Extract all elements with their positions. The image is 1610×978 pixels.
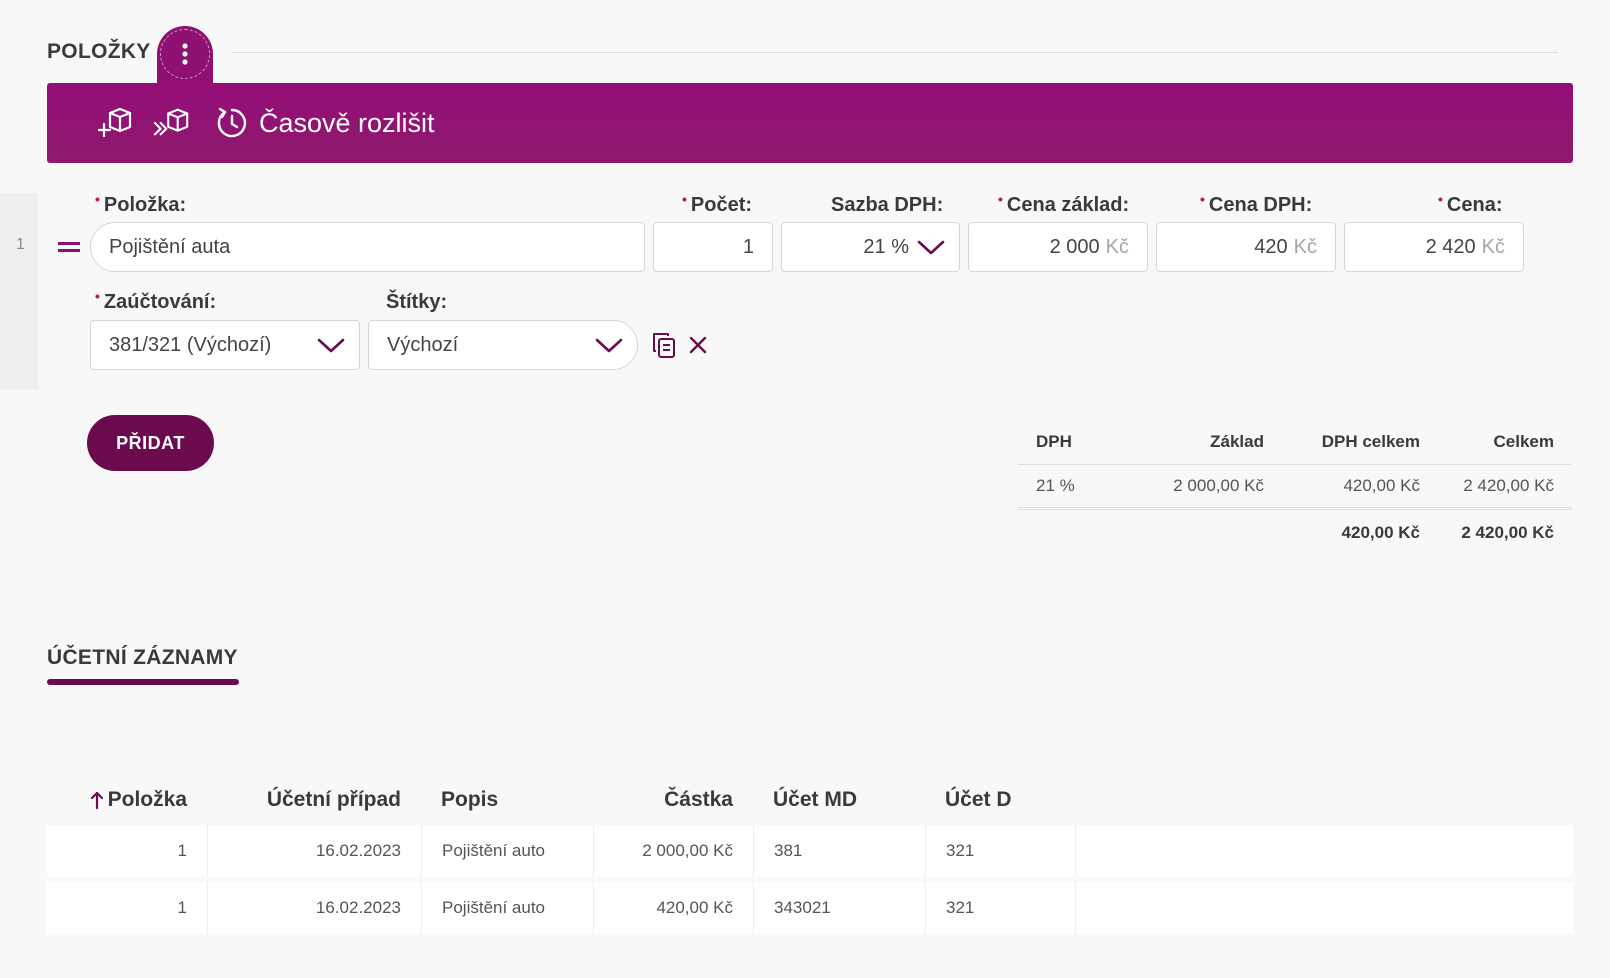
- add-button[interactable]: PŘIDAT: [87, 415, 214, 471]
- more-options-button[interactable]: [160, 29, 210, 79]
- move-item-button[interactable]: [153, 104, 191, 142]
- copy-icon: [653, 333, 675, 358]
- vat-price-value: 420: [1254, 235, 1288, 258]
- active-tab-indicator: [47, 679, 239, 685]
- close-icon: [689, 336, 707, 354]
- column-header-account-md[interactable]: Účet MD: [753, 780, 925, 820]
- vat-header-rate: DPH: [1036, 432, 1072, 451]
- count-label: • Počet:: [682, 191, 753, 216]
- table-row[interactable]: 1 16.02.2023 Pojištění auto 420,00 Kč 34…: [47, 882, 1573, 934]
- vat-summary-table: DPH Základ DPH celkem Celkem 21 % 2 000,…: [1018, 420, 1572, 555]
- vat-rate-value: 21 %: [863, 235, 909, 258]
- vat-cell-vat: 420,00 Kč: [1343, 476, 1420, 495]
- column-header-item[interactable]: Položka: [47, 780, 207, 820]
- currency-suffix: Kč: [1105, 235, 1129, 258]
- accounting-label: • Zaúčtování:: [95, 288, 217, 313]
- column-header-item-label: Položka: [107, 788, 187, 811]
- tags-select[interactable]: Výchozí: [368, 320, 638, 370]
- vat-header-vat-total: DPH celkem: [1321, 432, 1420, 451]
- cell-amount: 2 000,00 Kč: [593, 825, 753, 877]
- tags-label: Štítky:: [386, 291, 448, 313]
- column-header-amount[interactable]: Částka: [593, 780, 753, 820]
- records-table-header: Položka Účetní případ Popis Částka Účet …: [47, 780, 1573, 820]
- kebab-icon: [182, 43, 188, 65]
- chevron-down-icon: [595, 338, 623, 353]
- vat-summary-header: DPH Základ DPH celkem Celkem: [1018, 420, 1572, 465]
- cell-account-d: 321: [925, 825, 1075, 877]
- count-input[interactable]: 1: [653, 222, 773, 272]
- count-value: 1: [742, 235, 754, 258]
- vat-header-base: Základ: [1210, 432, 1264, 451]
- cell-description: Pojištění auto: [421, 825, 593, 877]
- cell-amount: 420,00 Kč: [593, 882, 753, 934]
- column-header-case[interactable]: Účetní případ: [207, 780, 421, 820]
- item-input[interactable]: Pojištění auta: [90, 222, 645, 272]
- sort-ascending-icon: [90, 790, 104, 810]
- cell-item: 1: [177, 841, 187, 860]
- cell-account-md: 381: [753, 825, 925, 877]
- tab-accounting-records[interactable]: ÚČETNÍ ZÁZNAMY: [47, 646, 238, 670]
- vat-summary-totals: 420,00 Kč 2 420,00 Kč: [1018, 510, 1572, 555]
- price-input[interactable]: 2 420 Kč: [1344, 222, 1524, 272]
- items-section-title: POLOŽKY: [47, 40, 151, 63]
- item-label: • Položka:: [95, 191, 187, 216]
- table-row[interactable]: 1 16.02.2023 Pojištění auto 2 000,00 Kč …: [47, 825, 1573, 877]
- forward-box-icon: [153, 108, 189, 136]
- cell-description: Pojištění auto: [421, 882, 593, 934]
- vat-cell-total: 2 420,00 Kč: [1463, 476, 1554, 495]
- price-value: 2 420: [1425, 235, 1476, 258]
- vat-rate-select[interactable]: 21 %: [781, 222, 960, 272]
- row-side-strip: [0, 193, 38, 389]
- time-resolve-button[interactable]: Časově rozlišit: [215, 106, 435, 140]
- items-toolbar: Časově rozlišit: [47, 83, 1573, 163]
- chevron-down-icon: [917, 240, 945, 255]
- vat-header-total: Celkem: [1493, 432, 1554, 451]
- drag-handle-icon[interactable]: [58, 240, 80, 254]
- vat-price-input[interactable]: 420 Kč: [1156, 222, 1336, 272]
- vat-cell-base: 2 000,00 Kč: [1173, 476, 1264, 495]
- duplicate-row-button[interactable]: [650, 330, 678, 360]
- remove-row-button[interactable]: [686, 333, 710, 357]
- column-header-account-d[interactable]: Účet D: [925, 780, 1075, 820]
- vat-price-label: • Cena DPH:: [1200, 191, 1313, 216]
- base-price-label: • Cena základ:: [998, 191, 1130, 216]
- vat-total-vat: 420,00 Kč: [1341, 522, 1420, 542]
- add-box-icon: [98, 107, 132, 138]
- chevron-down-icon: [317, 338, 345, 353]
- clock-refresh-icon: [217, 107, 247, 138]
- currency-suffix: Kč: [1293, 235, 1317, 258]
- cell-item: 1: [177, 898, 187, 917]
- accounting-select[interactable]: 381/321 (Výchozí): [90, 320, 360, 370]
- row-number: 1: [16, 236, 25, 253]
- currency-suffix: Kč: [1481, 235, 1505, 258]
- vat-total-sum: 2 420,00 Kč: [1461, 522, 1554, 542]
- cell-spacer: [1075, 882, 1573, 934]
- column-header-description[interactable]: Popis: [421, 780, 593, 820]
- cell-account-d: 321: [925, 882, 1075, 934]
- cell-spacer: [1075, 825, 1573, 877]
- cell-account-md: 343021: [753, 882, 925, 934]
- vat-summary-row: 21 % 2 000,00 Kč 420,00 Kč 2 420,00 Kč: [1018, 465, 1572, 510]
- base-price-input[interactable]: 2 000 Kč: [968, 222, 1148, 272]
- tags-value: Výchozí: [387, 333, 459, 356]
- vat-rate-label: Sazba DPH:: [831, 194, 944, 216]
- header-divider: [232, 52, 1558, 53]
- price-label: • Cena:: [1438, 191, 1503, 216]
- cell-case: 16.02.2023: [207, 882, 421, 934]
- vat-cell-rate: 21 %: [1036, 476, 1075, 495]
- records-table: Položka Účetní případ Popis Částka Účet …: [47, 780, 1573, 934]
- cell-case: 16.02.2023: [207, 825, 421, 877]
- base-price-value: 2 000: [1049, 235, 1100, 258]
- column-header-spacer: [1075, 780, 1573, 820]
- time-resolve-label: Časově rozlišit: [259, 107, 435, 138]
- add-item-button[interactable]: [97, 104, 135, 142]
- accounting-value: 381/321 (Výchozí): [109, 333, 272, 356]
- item-value: Pojištění auta: [109, 235, 231, 258]
